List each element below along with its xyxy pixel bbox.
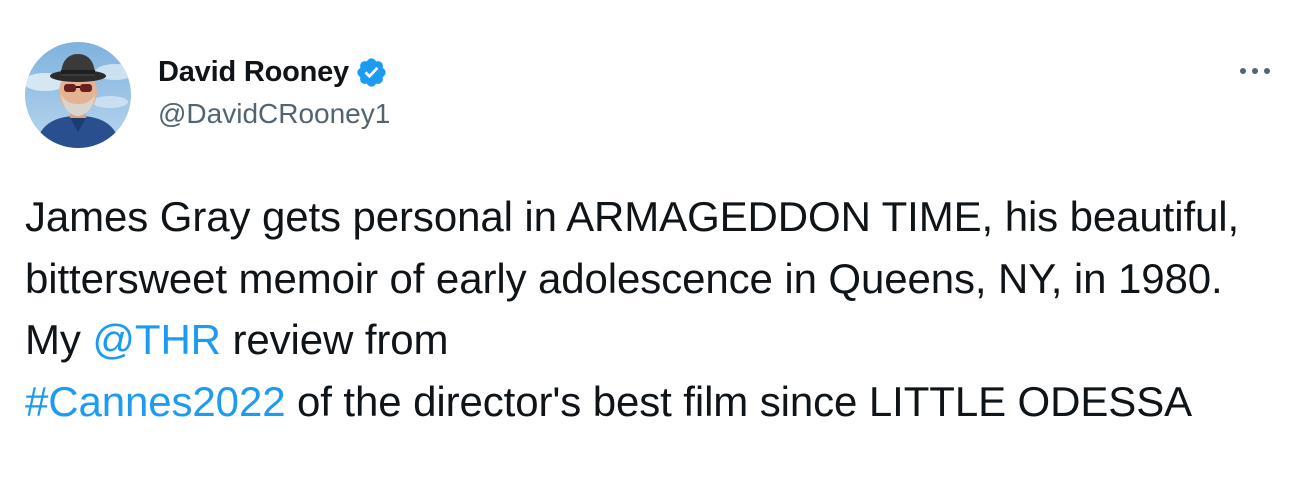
avatar-image bbox=[25, 42, 131, 148]
tweet-card: David Rooney @DavidCRooney1 James Gray g… bbox=[0, 0, 1300, 497]
hashtag-link[interactable]: #Cannes2022 bbox=[25, 378, 286, 425]
avatar[interactable] bbox=[25, 42, 131, 148]
author-handle[interactable]: @DavidCRooney1 bbox=[158, 98, 390, 130]
tweet-text-part: review from bbox=[220, 316, 449, 363]
mention-link[interactable]: @THR bbox=[92, 316, 221, 363]
verified-badge-icon bbox=[355, 56, 388, 89]
author-name-row: David Rooney bbox=[158, 52, 388, 92]
author-display-name[interactable]: David Rooney bbox=[158, 56, 349, 89]
tweet-text: James Gray gets personal in ARMAGEDDON T… bbox=[25, 186, 1275, 432]
tweet-text-part: of the director's best film since LITTLE… bbox=[285, 377, 1193, 425]
more-horizontal-icon bbox=[1240, 68, 1270, 74]
more-options-button[interactable] bbox=[1232, 56, 1278, 86]
